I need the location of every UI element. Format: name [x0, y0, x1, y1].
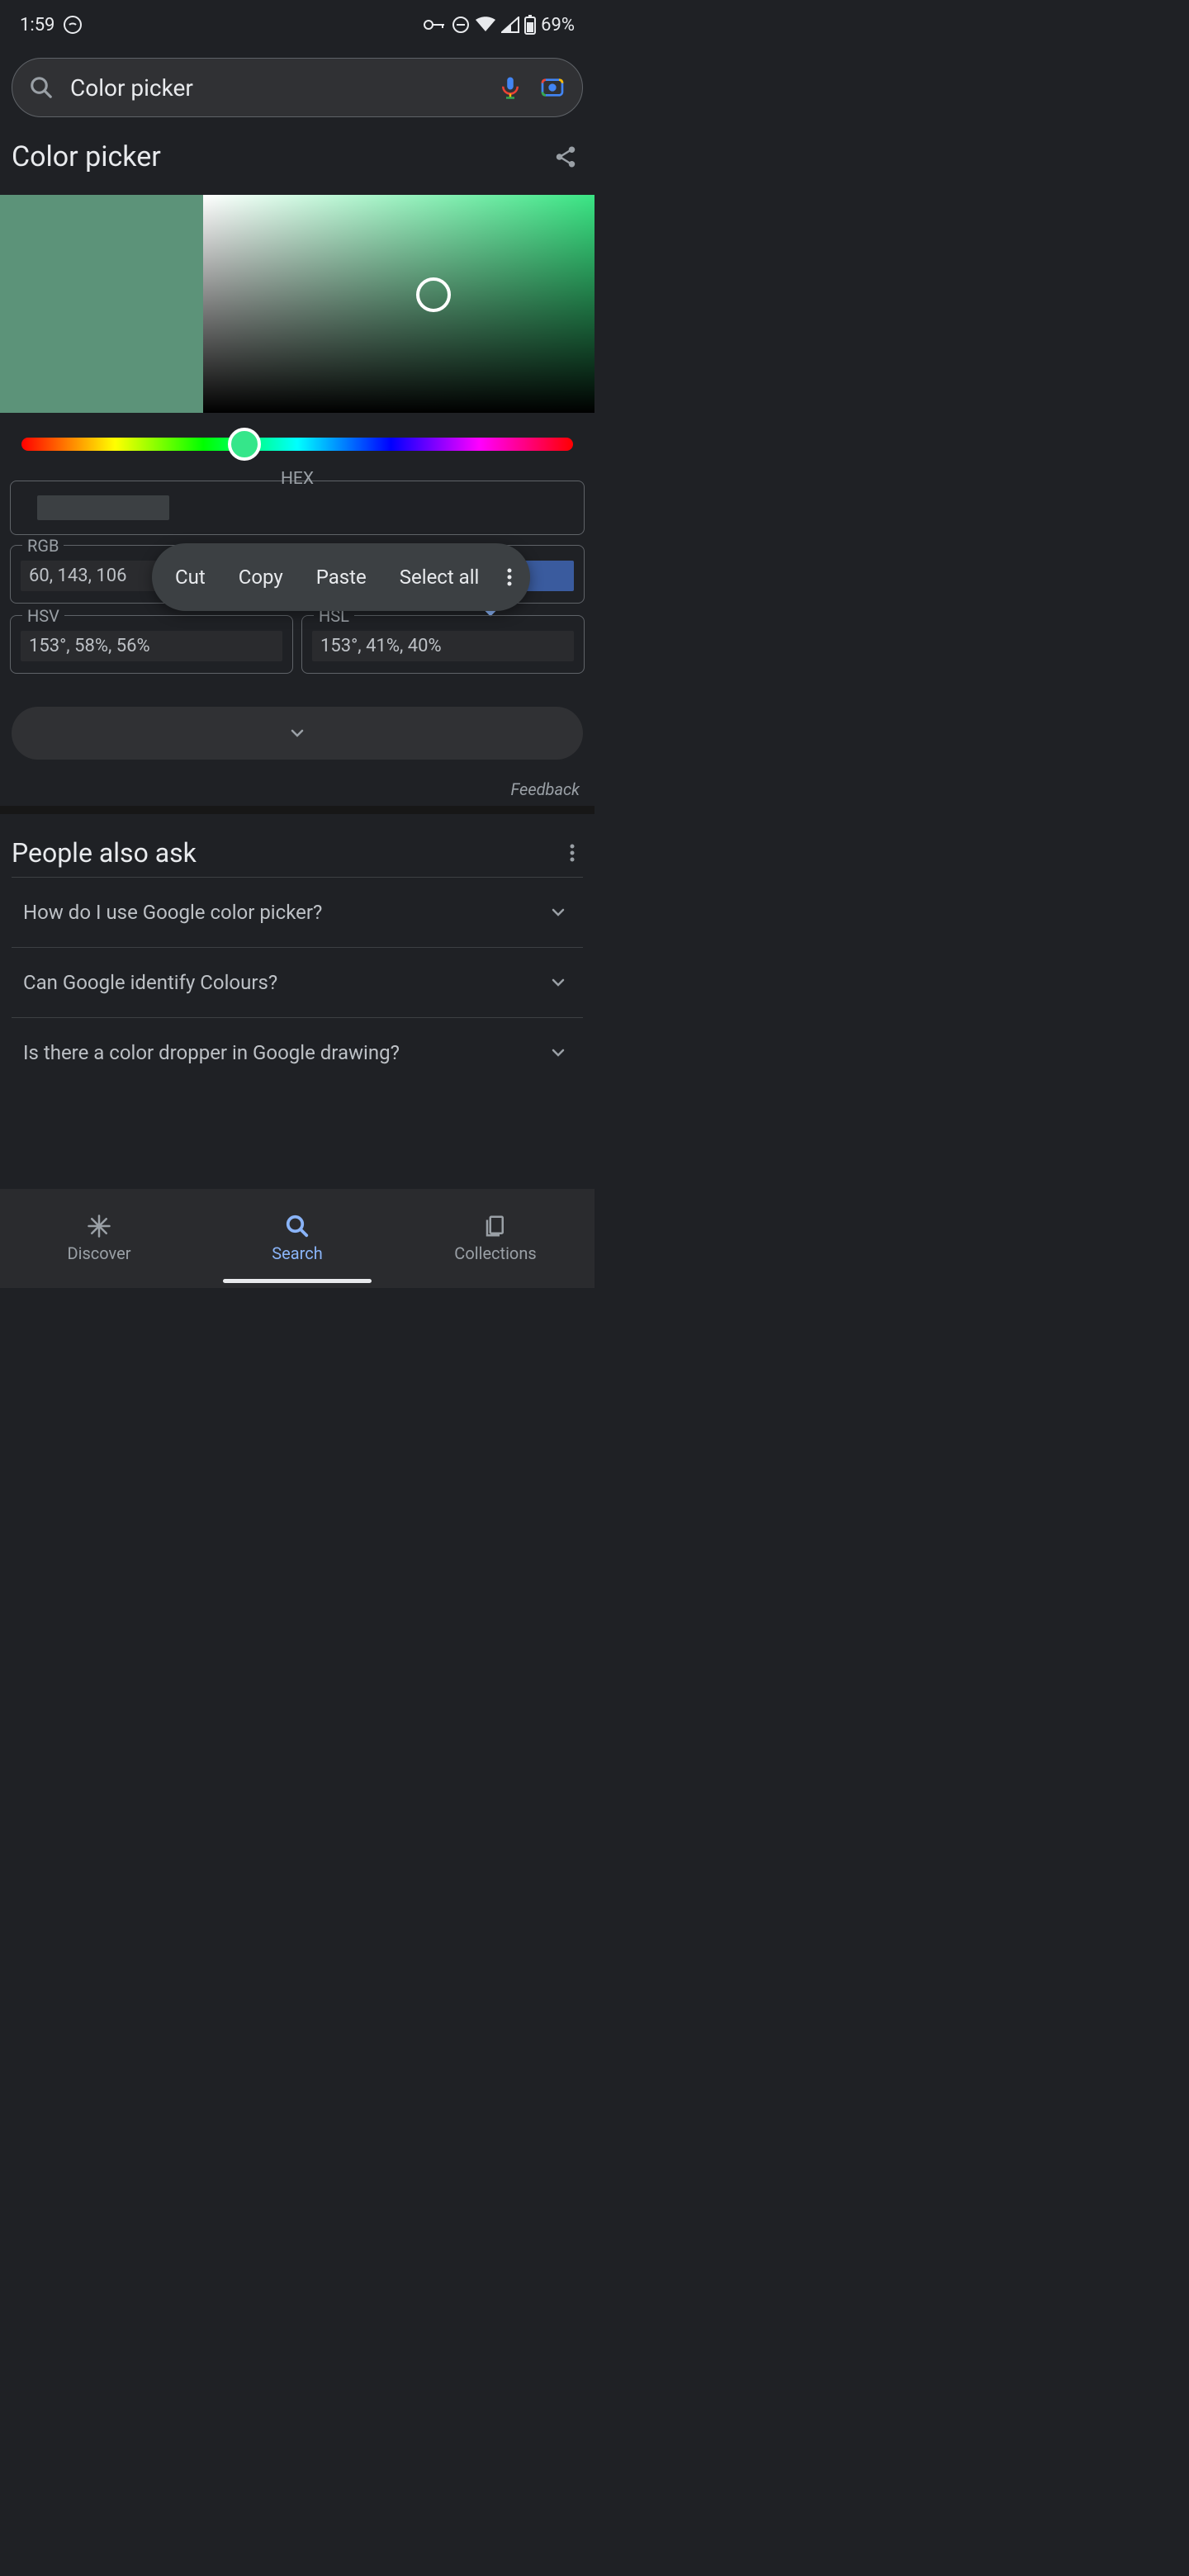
- status-time: 1:59: [20, 15, 54, 36]
- rgb-label: RGB: [22, 536, 64, 556]
- hsv-field[interactable]: HSV 153°, 58%, 56%: [10, 615, 293, 674]
- feedback-link[interactable]: Feedback: [0, 760, 594, 806]
- chevron-down-icon: [287, 723, 307, 743]
- nav-label: Search: [272, 1243, 322, 1263]
- hue-slider[interactable]: [21, 438, 573, 451]
- lens-icon[interactable]: [539, 74, 566, 101]
- wifi-icon: [475, 17, 496, 33]
- paa-item[interactable]: Is there a color dropper in Google drawi…: [12, 1017, 583, 1087]
- page-title: Color picker: [12, 140, 161, 173]
- nav-discover[interactable]: Discover: [0, 1189, 198, 1288]
- nav-label: Discover: [68, 1243, 131, 1263]
- section-separator: [0, 806, 594, 814]
- share-icon[interactable]: [553, 144, 578, 169]
- signal-icon: [501, 17, 519, 33]
- saturation-value-plane[interactable]: [203, 195, 594, 413]
- more-icon[interactable]: [570, 843, 575, 863]
- search-bar[interactable]: Color picker: [12, 58, 583, 117]
- sv-cursor[interactable]: [416, 277, 451, 312]
- hsv-value[interactable]: 153°, 58%, 56%: [21, 631, 282, 661]
- hex-value-selected[interactable]: [37, 495, 169, 520]
- gesture-bar[interactable]: [223, 1279, 372, 1283]
- text-context-menu: Cut Copy Paste Select all: [152, 543, 530, 611]
- hue-thumb[interactable]: [228, 428, 261, 461]
- selected-color-swatch: [0, 195, 203, 413]
- nav-label: Collections: [454, 1243, 536, 1263]
- vpn-key-icon: [424, 18, 447, 31]
- battery-pct: 69%: [541, 15, 575, 36]
- paa-question: Is there a color dropper in Google drawi…: [23, 1041, 400, 1064]
- hsv-label: HSV: [22, 606, 64, 626]
- bottom-nav: Discover Search Collections: [0, 1189, 594, 1288]
- search-query[interactable]: Color picker: [70, 74, 481, 102]
- chevron-down-icon: [548, 902, 568, 922]
- ctx-more-icon[interactable]: [495, 567, 523, 587]
- search-icon: [29, 75, 54, 100]
- paa-question: How do I use Google color picker?: [23, 901, 322, 924]
- hsl-value[interactable]: 153°, 41%, 40%: [312, 631, 574, 661]
- ctx-cut[interactable]: Cut: [159, 566, 222, 589]
- mic-icon[interactable]: [498, 75, 523, 100]
- paa-item[interactable]: Can Google identify Colours?: [12, 947, 583, 1017]
- color-picker-canvas: [0, 195, 594, 413]
- chevron-down-icon: [548, 1043, 568, 1063]
- expand-button[interactable]: [12, 707, 583, 760]
- dnd-icon: [452, 16, 470, 34]
- ctx-copy[interactable]: Copy: [222, 566, 300, 589]
- app-icon: [63, 15, 83, 35]
- paa-heading: People also ask: [12, 837, 197, 869]
- paa-question: Can Google identify Colours?: [23, 971, 277, 994]
- chevron-down-icon: [548, 973, 568, 992]
- nav-collections[interactable]: Collections: [396, 1189, 594, 1288]
- status-bar: 1:59 69%: [0, 0, 594, 45]
- paa-item[interactable]: How do I use Google color picker?: [12, 877, 583, 947]
- hsl-field[interactable]: HSL 153°, 41%, 40%: [301, 615, 585, 674]
- nav-search[interactable]: Search: [198, 1189, 396, 1288]
- ctx-select-all[interactable]: Select all: [383, 566, 496, 589]
- battery-icon: [524, 15, 536, 35]
- ctx-paste[interactable]: Paste: [300, 566, 383, 589]
